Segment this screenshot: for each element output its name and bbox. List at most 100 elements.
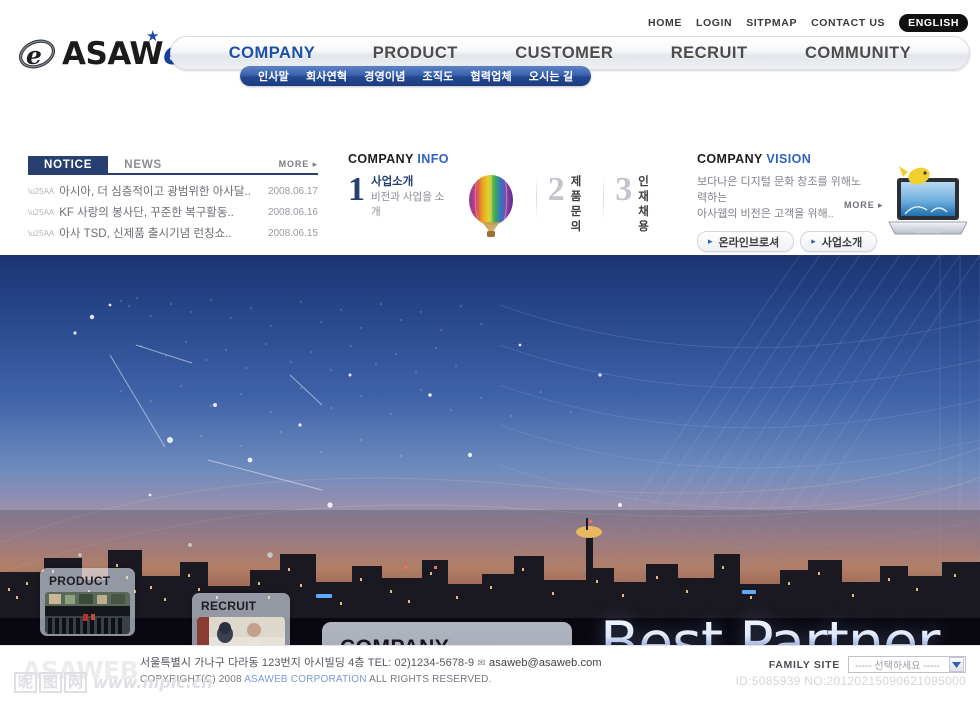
factory-machinery-photo: [45, 592, 130, 634]
item-subtitle: 비전과 사업을 소개: [371, 191, 445, 218]
company-info-item-1[interactable]: 1 사업소개 비전과 사업을 소개: [348, 171, 458, 220]
item-number: 3: [615, 171, 633, 208]
hero-headline: Best Partner: [600, 613, 971, 645]
notice-date: 2008.06.17: [267, 185, 318, 197]
chevron-right-icon: ▸: [708, 236, 713, 246]
item-number: 2: [547, 171, 565, 208]
item-text: 인재 채용: [638, 175, 656, 235]
internet-explorer-e-icon: e: [18, 37, 58, 71]
family-site-value: ----- 선택하세요 -----: [855, 661, 940, 672]
item-title-line1: 제품: [570, 176, 582, 203]
footer-address-line: 서울특별시 가나구 다라동 123번지 아시빌딩 4층 TEL: 02)1234…: [140, 654, 602, 670]
panel-caption: PRODUCT: [49, 574, 111, 588]
footer-email[interactable]: asaweb@asaweb.com: [489, 657, 602, 669]
company-vision-description: 보다나은 디지털 문화 창조를 위해노력하는 아사웹의 비전은 고객을 위해..: [697, 174, 869, 222]
laptop-with-fish-icon: [888, 166, 967, 235]
business-intro-button[interactable]: ▸ 사업소개: [800, 231, 878, 252]
button-label: 사업소개: [821, 236, 863, 249]
notice-list: \u25AA 아시아, 더 심층적이고 광범위한 아사달.. 2008.06.1…: [28, 183, 318, 241]
utility-link-sitemap[interactable]: SITPMAP: [746, 17, 797, 29]
bullet-icon: \u25AA: [28, 186, 55, 196]
subnav-item-philosophy[interactable]: 경영이념: [364, 68, 405, 84]
company-panel-title: COMPANY: [340, 636, 572, 645]
item-text: 사업소개 비전과 사업을 소개: [371, 175, 446, 220]
chevron-down-icon[interactable]: [949, 657, 964, 672]
utility-link-login[interactable]: LOGIN: [696, 17, 732, 29]
tab-notice[interactable]: NOTICE: [28, 156, 109, 173]
family-site-label: FAMILY SITE: [768, 658, 840, 671]
company-info-heading: COMPANY INFO: [348, 152, 668, 166]
nav-item-recruit[interactable]: RECRUIT: [671, 44, 748, 63]
watermark-chars: 昵 图 网: [14, 672, 88, 693]
heading-bold: COMPANY: [697, 152, 763, 166]
hero-panel-recruit[interactable]: RECRUIT: [192, 593, 290, 645]
copyright-suffix: ALL RIGHTS RESERVED.: [366, 674, 492, 685]
main-nav: COMPANY PRODUCT CUSTOMER RECRUIT COMMUNI…: [170, 36, 970, 70]
utility-link-home[interactable]: HOME: [648, 17, 682, 29]
bullet-icon: \u25AA: [28, 207, 55, 217]
family-site-select[interactable]: ----- 선택하세요 -----: [848, 656, 966, 673]
tab-news[interactable]: NEWS: [108, 156, 178, 173]
subnav-item-directions[interactable]: 오시는 길: [529, 68, 574, 84]
heading-accent: VISION: [766, 152, 812, 166]
page-root: HOME LOGIN SITPMAP CONTACT US ENGLISH e …: [0, 0, 980, 703]
subnav-item-greeting[interactable]: 인사말: [258, 68, 289, 84]
watermark-url: www.nipic.cn: [93, 673, 213, 692]
divider: [535, 177, 537, 221]
company-info-item-3[interactable]: 3 인재 채용: [615, 171, 668, 235]
watermark-char-3: 网: [64, 672, 88, 693]
item-title-line1: 인재: [638, 176, 649, 203]
hero-headline-block: Best Partner 당신의 비즈니스 베스트 파트너, 고객님을 위해 2…: [600, 613, 971, 645]
company-info-item-2[interactable]: 2 제품 문의: [547, 171, 601, 235]
watermark-char-1: 昵: [14, 672, 38, 693]
utility-link-contact-us[interactable]: CONTACT US: [811, 17, 885, 29]
subnav-item-history[interactable]: 회사연혁: [306, 68, 347, 84]
item-number: 1: [348, 171, 365, 208]
panel-caption: RECRUIT: [201, 599, 257, 613]
heading-bold: COMPANY: [348, 152, 414, 166]
business-interview-photo: [197, 617, 285, 645]
footer-address: 서울특별시 가나구 다라동 123번지 아시빌딩 4층 TEL: 02)1234…: [140, 657, 475, 669]
chevron-right-icon: ▸: [811, 236, 816, 246]
item-text: 제품 문의: [571, 175, 589, 235]
nav-item-product[interactable]: PRODUCT: [373, 44, 458, 63]
copyright-corporation: ASAWEB CORPORATION: [244, 674, 367, 685]
notice-date: 2008.06.15: [267, 227, 318, 239]
hero-panel-company[interactable]: COMPANY 아사웹의 회사소개입니다 .: [322, 622, 572, 645]
watermark-nipic: 昵 图 网 www.nipic.cn: [14, 672, 213, 693]
notice-more-link[interactable]: MORE ▸: [279, 159, 318, 173]
subnav-item-organization[interactable]: 조직도: [423, 68, 454, 84]
nav-item-customer[interactable]: CUSTOMER: [515, 44, 613, 63]
company-info-panel: COMPANY INFO 1 사업소개 비전과 사업을 소개 2 제품 문의 3…: [348, 152, 668, 237]
list-item[interactable]: \u25AA 아시아, 더 심층적이고 광범위한 아사달.. 2008.06.1…: [28, 183, 318, 199]
item-title-line2: 채용: [638, 206, 649, 233]
watermark-char-2: 图: [39, 672, 63, 693]
notice-tabs: NOTICE NEWS MORE ▸: [28, 154, 318, 175]
list-item[interactable]: \u25AA 아사 TSD, 신제품 출시기념 런칭쇼.. 2008.06.15: [28, 225, 318, 241]
utility-nav: HOME LOGIN SITPMAP CONTACT US ENGLISH: [648, 14, 968, 32]
divider: [603, 177, 605, 221]
online-brochure-button[interactable]: ▸ 온라인브로셔: [697, 231, 795, 252]
notice-title: 아시아, 더 심층적이고 광범위한 아사달..: [59, 186, 251, 198]
bullet-icon: \u25AA: [28, 228, 55, 238]
hero-panel-product[interactable]: PRODUCT: [40, 568, 135, 636]
hot-air-balloon-icon: [469, 175, 513, 237]
star-icon: ★: [146, 27, 159, 45]
nav-item-community[interactable]: COMMUNITY: [805, 44, 911, 63]
list-item[interactable]: \u25AA KF 사랑의 봉사단, 꾸준한 복구활동.. 2008.06.16: [28, 204, 318, 220]
language-toggle-english[interactable]: ENGLISH: [899, 14, 968, 32]
company-vision-panel: COMPANY VISION 보다나은 디지털 문화 창조를 위해노력하는 아사…: [697, 152, 967, 252]
nav-item-company[interactable]: COMPANY: [229, 44, 316, 63]
envelope-icon: ✉: [477, 658, 486, 669]
button-label: 온라인브로셔: [718, 236, 780, 249]
sub-nav: 인사말 회사연혁 경영이념 조직도 협력업체 오시는 길: [240, 66, 592, 86]
watermark-id: ID:5085939 NO:20120215090621095000: [735, 674, 966, 688]
hero-banner: PRODUCT RECRUIT Best Partner: [0, 255, 980, 645]
notice-title: 아사 TSD, 신제품 출시기념 런칭쇼..: [59, 228, 232, 240]
subnav-item-partners[interactable]: 협력업체: [471, 68, 512, 84]
item-title-line2: 문의: [570, 206, 582, 233]
notice-panel: NOTICE NEWS MORE ▸ \u25AA 아시아, 더 심층적이고 광…: [28, 154, 318, 246]
family-site-block: FAMILY SITE ----- 선택하세요 -----: [769, 656, 966, 673]
notice-title: KF 사랑의 봉사단, 꾸준한 복구활동..: [59, 207, 234, 219]
heading-accent: INFO: [417, 152, 449, 166]
